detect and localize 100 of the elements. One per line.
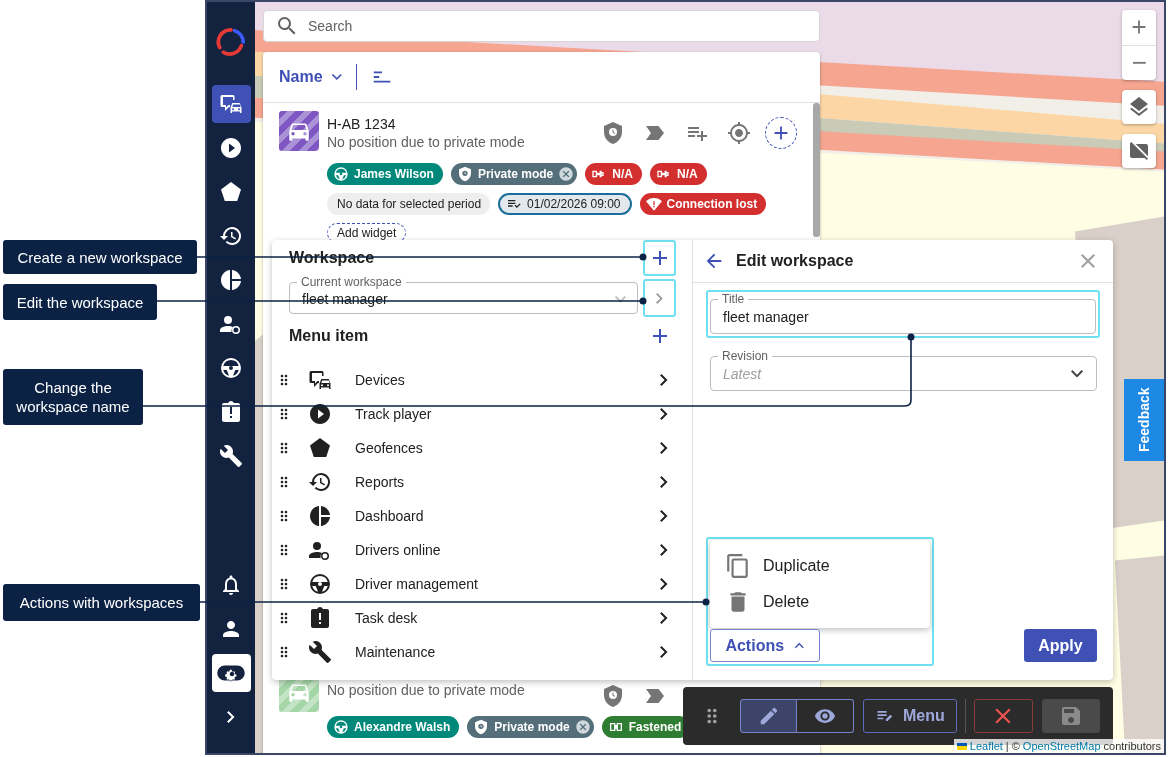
chip-label: James Wilson [354, 167, 434, 181]
menu-item[interactable]: Geofences [272, 431, 692, 465]
play-icon [308, 402, 332, 426]
pie-chart-icon [308, 504, 332, 528]
history-icon [308, 470, 332, 494]
copy-icon [725, 553, 751, 579]
shield-icon [473, 719, 490, 735]
chevron-right-icon [658, 543, 668, 557]
menu-item[interactable]: Devices [272, 363, 692, 397]
shield-icon [456, 166, 473, 182]
menu-item-label: Devices [355, 372, 406, 388]
chip-label: Private mode [494, 720, 570, 734]
callout-label: Create a new workspace [3, 240, 197, 274]
chevron-right-icon [658, 509, 668, 523]
preview-mode-button[interactable] [797, 699, 854, 733]
shield-icon [601, 684, 625, 708]
chevron-right-icon [658, 475, 668, 489]
menu-item[interactable]: Drivers online [272, 533, 692, 567]
steering-wheel-icon [333, 719, 349, 735]
chevron-right-icon [658, 611, 668, 625]
chevron-right-icon [658, 441, 668, 455]
menu-item-label: Track player [355, 406, 433, 422]
attribution-link[interactable]: Leaflet [969, 739, 1003, 753]
menu-item[interactable]: Reports [272, 465, 692, 499]
field-label: Current workspace [300, 276, 403, 289]
menu-item-label: Geofences [355, 440, 424, 456]
steering-wheel-icon [333, 166, 349, 182]
device-status: No position due to private mode [327, 133, 525, 151]
scrollbar[interactable] [813, 103, 820, 237]
device-status: No position due to private mode [327, 681, 525, 699]
history-icon [219, 224, 243, 248]
callout-label: Edit the workspace [3, 284, 157, 320]
steering-wheel-icon [219, 356, 243, 380]
logo-icon [216, 27, 246, 57]
actions-button[interactable]: Actions [710, 629, 820, 662]
shield-icon [601, 121, 625, 145]
steering-wheel-icon [308, 572, 332, 596]
revision-input[interactable]: Latest [723, 366, 1070, 382]
chip-label: Private mode [477, 167, 554, 181]
chevron-right-icon [658, 645, 668, 659]
hide-layer-button[interactable] [1122, 134, 1156, 168]
chevron-right-icon [658, 407, 668, 421]
wrench-icon [219, 444, 243, 468]
crosshair-icon [727, 121, 751, 145]
section-title: Menu item [289, 327, 369, 345]
add-widget-button[interactable]: Add widget [327, 223, 407, 243]
menu-item-label: Maintenance [355, 644, 437, 660]
chevron-right-icon [655, 291, 664, 305]
pentagon-icon [219, 180, 243, 204]
panel-title: Edit workspace [736, 252, 855, 270]
edit-mode-button[interactable] [740, 699, 797, 733]
attribution-link[interactable]: OpenStreetMap [1022, 739, 1101, 753]
sort-dropdown[interactable]: Name [279, 68, 343, 86]
menu-item-label: Driver management [355, 576, 479, 592]
revision-select[interactable]: Revision Latest [710, 350, 1097, 391]
chevron-up-icon [794, 641, 805, 650]
chip-label: No data for selected period [337, 197, 482, 211]
layer-off-icon [1127, 139, 1151, 163]
chip-label: Connection lost [666, 197, 758, 211]
chevron-down-icon [614, 294, 627, 304]
layers-button[interactable] [1122, 90, 1156, 124]
wrench-icon [308, 640, 332, 664]
chevron-down-icon [330, 73, 343, 81]
feedback-tab[interactable]: Feedback [1124, 379, 1164, 461]
chevron-right-icon [658, 373, 668, 387]
attribution-note: | © [1005, 739, 1020, 753]
chip-label: N/A [676, 167, 698, 181]
field-label: Title [721, 293, 746, 306]
vehicles-icon [308, 368, 332, 392]
vehicles-icon [219, 92, 243, 116]
sidebar-item[interactable] [211, 85, 251, 123]
menu-item[interactable]: Maintenance [272, 635, 692, 669]
menu-item[interactable]: Task desk [272, 601, 692, 635]
add-workspace-button[interactable] [643, 240, 676, 276]
clipboard-alert-icon [219, 400, 243, 424]
callout-label: Change the workspace name [3, 369, 143, 425]
menu-item[interactable]: Track player [272, 397, 692, 431]
clipboard-alert-icon [308, 606, 332, 630]
menu-button[interactable]: Menu [863, 699, 957, 733]
menu-item-label: Drivers online [355, 542, 442, 558]
search-field[interactable]: Search [263, 10, 820, 42]
apply-button[interactable]: Apply [1024, 629, 1097, 662]
menu-option[interactable]: Duplicate [710, 548, 930, 584]
chip-label: Alexandre Walsh [354, 720, 451, 734]
pentagon-icon [308, 436, 332, 460]
menu-item[interactable]: Dashboard [272, 499, 692, 533]
chip-label: N/A [612, 167, 633, 181]
menu-option-label: Duplicate [763, 557, 830, 575]
chip-label: Fastened [628, 720, 682, 734]
title-input[interactable]: fleet manager [723, 309, 1083, 325]
field-label: Revision [721, 350, 770, 363]
cancel-button[interactable] [973, 699, 1033, 733]
sidebar-item[interactable] [211, 654, 251, 692]
minus-icon [1131, 60, 1147, 65]
title-field[interactable]: Title fleet manager [710, 293, 1096, 334]
signal-lost-icon [645, 196, 662, 212]
menu-option[interactable]: Delete [710, 584, 930, 620]
menu-item-label: Reports [355, 474, 406, 490]
callout-label: Actions with workspaces [3, 584, 200, 621]
menu-item[interactable]: Driver management [272, 567, 692, 601]
